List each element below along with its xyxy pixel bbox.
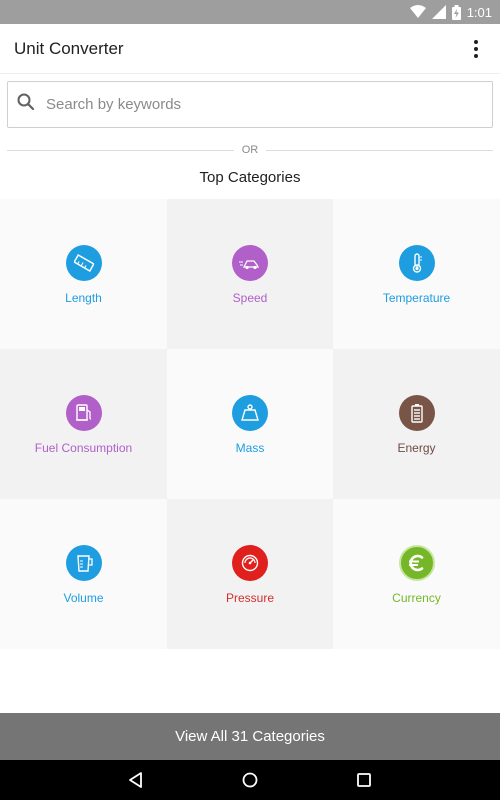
back-icon[interactable] <box>124 768 148 792</box>
category-temperature[interactable]: Temperature <box>333 199 500 349</box>
view-all-categories-button[interactable]: View All 31 Categories <box>0 713 500 760</box>
category-grid: Length Speed Temperature Fuel Consumptio… <box>0 199 500 649</box>
app-title: Unit Converter <box>14 38 124 58</box>
euro-icon <box>398 545 435 581</box>
category-volume[interactable]: Volume <box>0 499 167 649</box>
battery-icon <box>398 395 435 431</box>
category-label: Currency <box>392 591 441 605</box>
category-energy[interactable]: Energy <box>333 349 500 499</box>
system-nav-bar <box>0 760 500 800</box>
category-mass[interactable]: Mass <box>167 349 333 499</box>
category-label: Pressure <box>225 591 275 605</box>
category-label: Temperature <box>382 291 451 305</box>
category-label: Length <box>65 291 102 305</box>
search-input[interactable] <box>46 96 492 113</box>
recents-icon[interactable] <box>352 768 376 792</box>
divider-line-left <box>7 149 234 151</box>
category-label: Fuel Consumption <box>34 441 133 455</box>
status-time: 1:01 <box>466 4 492 20</box>
app-bar: Unit Converter <box>0 24 500 74</box>
category-label: Speed <box>232 291 268 305</box>
category-pressure[interactable]: Pressure <box>167 499 333 649</box>
home-icon[interactable] <box>238 768 262 792</box>
ruler-icon <box>65 245 102 281</box>
weight-icon <box>232 395 268 431</box>
thermometer-icon <box>398 245 435 281</box>
divider-line-right <box>266 149 493 151</box>
category-currency[interactable]: Currency <box>333 499 500 649</box>
status-bar: 1:01 <box>0 0 500 24</box>
search-box[interactable] <box>7 81 493 128</box>
car-speed-icon <box>232 245 268 281</box>
wifi-icon <box>409 5 426 19</box>
category-label: Energy <box>397 441 436 455</box>
measuring-cup-icon <box>65 545 102 581</box>
signal-icon <box>431 5 446 19</box>
category-length[interactable]: Length <box>0 199 167 349</box>
gauge-icon <box>232 545 268 581</box>
search-icon <box>16 92 36 117</box>
battery-charging-icon <box>451 4 461 20</box>
category-fuel-consumption[interactable]: Fuel Consumption <box>0 349 167 499</box>
category-speed[interactable]: Speed <box>167 199 333 349</box>
fuel-pump-icon <box>65 395 102 431</box>
or-divider: OR <box>7 140 493 160</box>
section-title: Top Categories <box>199 169 301 186</box>
category-label: Volume <box>63 591 104 605</box>
category-label: Mass <box>235 441 265 455</box>
overflow-menu-icon[interactable] <box>466 37 486 61</box>
or-label: OR <box>241 144 259 156</box>
